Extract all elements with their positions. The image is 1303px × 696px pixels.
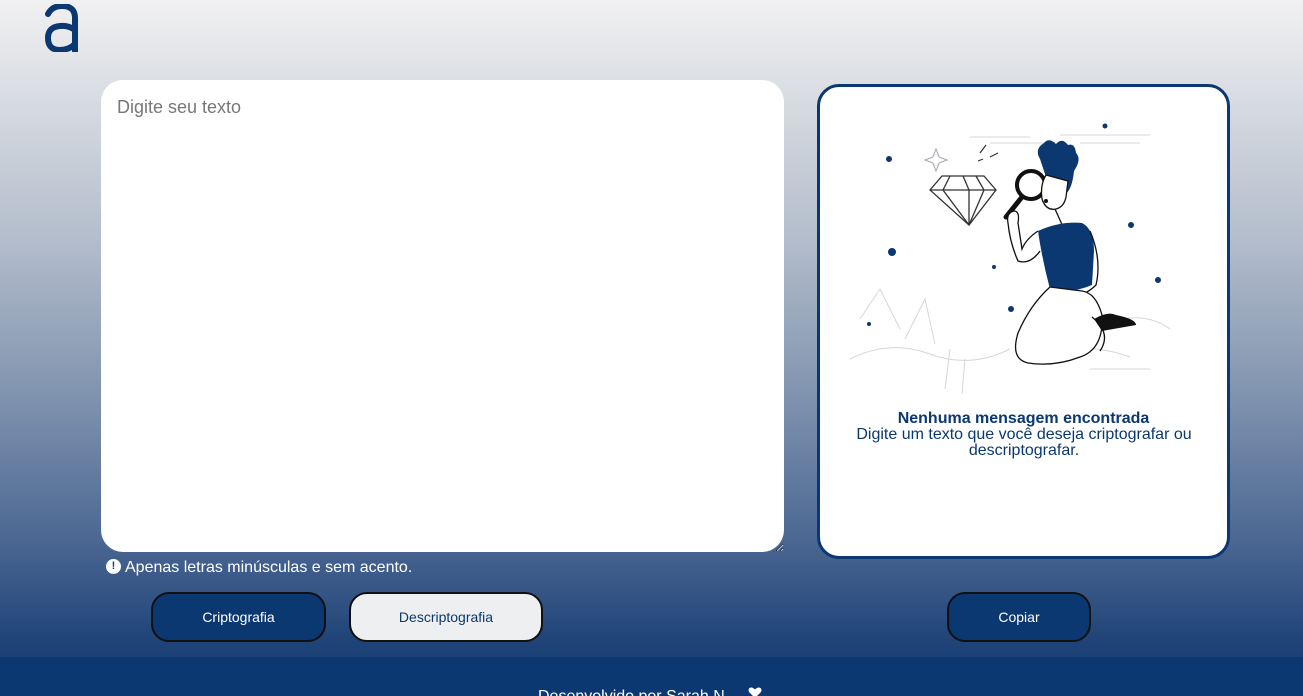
copy-button[interactable]: Copiar <box>947 592 1091 642</box>
encrypt-button[interactable]: Criptografia <box>151 592 326 642</box>
output-panel: Nenhuma mensagem encontrada Digite um te… <box>817 84 1230 559</box>
exclamation-circle-icon: ! <box>106 558 121 574</box>
footer-credit: Desenvolvido por Sarah N <box>538 688 725 696</box>
heart-icon <box>748 687 762 696</box>
person-magnifier-illustration <box>850 123 1171 395</box>
brand-logo <box>44 4 78 52</box>
decrypt-button[interactable]: Descriptografia <box>349 592 543 642</box>
footer: Desenvolvido por Sarah N <box>0 657 1303 696</box>
input-hint: ! Apenas letras minúsculas e sem acento. <box>106 558 413 577</box>
input-hint-text: Apenas letras minúsculas e sem acento. <box>125 559 413 576</box>
text-input[interactable] <box>101 80 784 552</box>
no-message-subtitle: Digite um texto que você deseja criptogr… <box>856 426 1192 459</box>
